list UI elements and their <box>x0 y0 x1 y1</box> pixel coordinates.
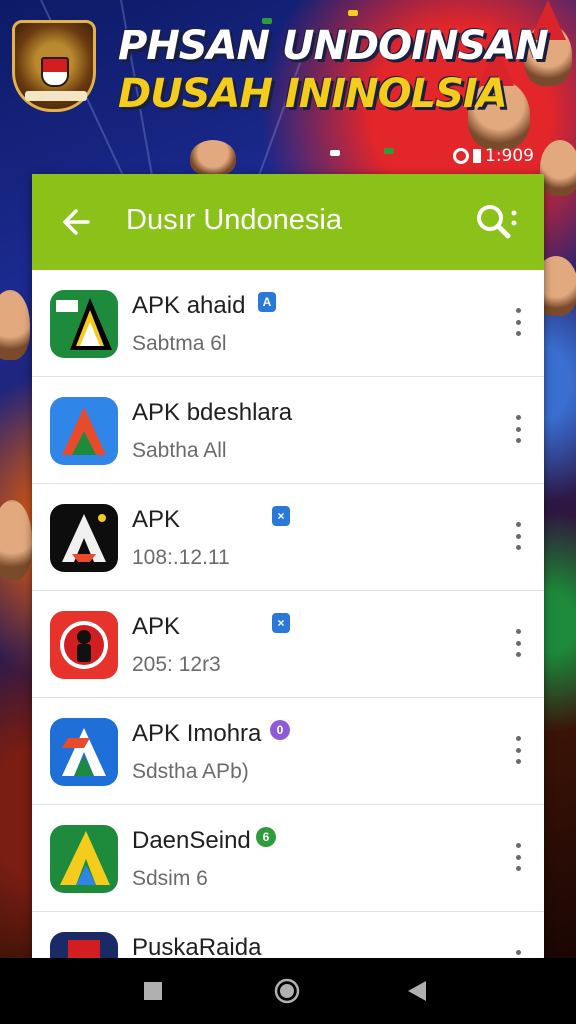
search-icon[interactable] <box>474 202 518 242</box>
app-icon-dark-blue <box>50 932 118 958</box>
app-bar: Dusır Undonesia <box>32 174 544 270</box>
overflow-menu-icon[interactable] <box>510 518 526 554</box>
overflow-menu-icon[interactable] <box>510 946 526 958</box>
signal-icon <box>473 149 481 163</box>
back-arrow-icon[interactable] <box>58 204 94 240</box>
list-item[interactable]: APK Imohra 0 Sdstha APb) <box>32 698 544 805</box>
overflow-menu-icon[interactable] <box>510 625 526 661</box>
app-list: APK ahaid A Sabtma 6l APK bdeshlara Sabt… <box>32 270 544 958</box>
back-triangle-icon[interactable] <box>402 976 432 1006</box>
garuda-emblem-icon <box>12 20 96 112</box>
app-icon-blue-a <box>50 397 118 465</box>
verified-badge-icon: A <box>258 292 276 312</box>
app-icon-blue-a2 <box>50 718 118 786</box>
overflow-menu-icon[interactable] <box>510 304 526 340</box>
verified-badge-icon: 6 <box>256 827 276 847</box>
app-subtitle: 205: 12r3 <box>132 653 221 676</box>
app-subtitle: Sdsim 6 <box>132 867 208 890</box>
app-title: APK Imohra <box>132 720 262 747</box>
page-title: Dusır Undonesia <box>126 204 342 236</box>
app-title: APK bdeshlara <box>132 399 293 426</box>
app-icon-green-a <box>50 290 118 358</box>
app-subtitle: Sabtha All <box>132 439 227 462</box>
app-subtitle: Sdstha APb) <box>132 760 249 783</box>
verified-badge-icon: 0 <box>270 720 290 740</box>
list-item[interactable]: APK × 205: 12r3 <box>32 591 544 698</box>
app-icon-green-yellow-a <box>50 825 118 893</box>
home-icon[interactable] <box>272 976 302 1006</box>
app-subtitle: 108:.12.11 <box>132 546 230 569</box>
list-item[interactable]: DaenSeind 6 Sdsim 6 <box>32 805 544 912</box>
overflow-menu-icon[interactable] <box>510 839 526 875</box>
headline-line-2: DUSAH ININOLSIA <box>118 71 508 117</box>
headline-line-1: PHSAN UNDOINSAN <box>118 23 549 69</box>
list-item[interactable]: APK × 108:.12.11 <box>32 484 544 591</box>
banner-headline: PHSAN UNDOINSAN DUSAH ININOLSIA <box>118 26 558 114</box>
overflow-menu-icon[interactable] <box>510 732 526 768</box>
overflow-menu-icon[interactable] <box>510 411 526 447</box>
app-list-panel: Dusır Undonesia APK ahaid A Sabtma 6l AP… <box>32 174 544 958</box>
verified-badge-icon: × <box>272 613 290 633</box>
system-navigation-bar <box>0 958 576 1024</box>
recent-apps-icon[interactable] <box>138 976 168 1006</box>
status-time: 1:909 <box>485 146 534 166</box>
verified-badge-icon: × <box>272 506 290 526</box>
list-item[interactable]: APK ahaid A Sabtma 6l <box>32 270 544 377</box>
app-title: APK <box>132 506 181 533</box>
status-indicator: 1:909 <box>453 146 534 166</box>
list-item[interactable]: APK bdeshlara Sabtha All <box>32 377 544 484</box>
app-title: DaenSeind <box>132 827 251 854</box>
app-title: PuskaRaida <box>132 934 262 958</box>
app-title: APK ahaid <box>132 292 246 319</box>
record-icon <box>453 148 469 164</box>
app-icon-red-figure <box>50 611 118 679</box>
app-subtitle: Sabtma 6l <box>132 332 227 355</box>
list-item[interactable]: PuskaRaida <box>32 912 544 958</box>
app-icon-black-a <box>50 504 118 572</box>
app-title: APK <box>132 613 181 640</box>
